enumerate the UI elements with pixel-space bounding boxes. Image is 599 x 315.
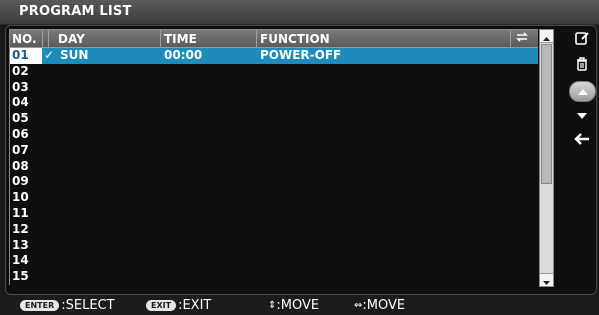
move-up-button[interactable] (569, 81, 596, 102)
title-bar: PROGRAM LIST (0, 0, 599, 25)
row-number: 04 (12, 95, 29, 110)
table-row[interactable]: 07 (10, 143, 538, 159)
edit-icon (574, 30, 590, 50)
hint-select: ENTER :SELECT (20, 297, 115, 313)
table-header: NO. DAY TIME FUNCTION (10, 30, 538, 48)
table-row[interactable]: 06 (10, 127, 538, 143)
scroll-up-icon[interactable] (540, 30, 553, 43)
row-number: 13 (12, 237, 29, 252)
row-time: 00:00 (164, 48, 203, 62)
left-right-icon: ⇔ (354, 299, 363, 311)
exit-key-icon: EXIT (146, 299, 177, 311)
table-row[interactable]: 14 (10, 253, 538, 269)
repeat-icon[interactable] (515, 30, 529, 46)
down-arrow-icon (575, 106, 589, 125)
hint-move-vertical: ⇕ :MOVE (268, 297, 320, 313)
scroll-down-icon[interactable] (540, 273, 553, 286)
enter-key-icon: ENTER (20, 299, 60, 311)
table-row[interactable]: 13 (10, 238, 538, 254)
program-table: NO. DAY TIME FUNCTION 01 ✓ SUN 00:00 POWER-O… (9, 29, 538, 285)
table-row[interactable]: 12 (10, 222, 538, 238)
header-no: NO. (12, 32, 37, 46)
row-number: 06 (12, 126, 29, 141)
window-title: PROGRAM LIST (19, 4, 132, 19)
delete-button[interactable] (569, 56, 594, 75)
edit-button[interactable] (569, 30, 594, 49)
footer-hints: ENTER :SELECT EXIT :EXIT ⇕ :MOVE ⇔ :MOVE (0, 295, 599, 315)
table-row[interactable]: 08 (10, 159, 538, 175)
move-down-button[interactable] (569, 106, 594, 125)
checkmark-icon: ✓ (44, 48, 55, 62)
table-row[interactable]: 05 (10, 111, 538, 127)
row-number: 07 (12, 142, 29, 157)
scrollbar-thumb[interactable] (541, 44, 552, 184)
row-number: 11 (12, 205, 29, 220)
back-button[interactable] (569, 131, 594, 150)
hint-move-horizontal: ⇔ :MOVE (354, 297, 406, 313)
back-arrow-icon (573, 131, 591, 150)
row-day: SUN (60, 48, 89, 62)
row-number: 08 (12, 158, 29, 173)
hint-exit: EXIT :EXIT (146, 297, 211, 313)
table-row[interactable]: 10 (10, 190, 538, 206)
vertical-scrollbar[interactable] (539, 29, 554, 287)
header-time: TIME (164, 32, 197, 46)
table-row[interactable]: 01 ✓ SUN 00:00 POWER-OFF (10, 48, 538, 64)
row-number: 15 (12, 269, 29, 284)
row-number: 12 (12, 221, 29, 236)
row-number: 10 (12, 190, 29, 205)
row-number: 14 (12, 253, 29, 268)
header-function: FUNCTION (260, 32, 330, 46)
table-row[interactable]: 15 (10, 269, 538, 285)
table-row[interactable]: 04 (10, 95, 538, 111)
row-function: POWER-OFF (260, 48, 342, 62)
up-arrow-icon (576, 82, 590, 101)
table-row[interactable]: 03 (10, 80, 538, 96)
row-number: 02 (12, 63, 29, 78)
up-down-icon: ⇕ (268, 299, 277, 311)
row-number: 01 (10, 48, 42, 64)
header-day: DAY (58, 32, 85, 46)
table-row[interactable]: 11 (10, 206, 538, 222)
delete-icon (574, 56, 590, 76)
table-body: 01 ✓ SUN 00:00 POWER-OFF 02 03 04 05 06 07 08 09 10 11… (10, 48, 538, 285)
table-row[interactable]: 09 (10, 174, 538, 190)
row-number: 03 (12, 79, 29, 94)
row-number: 05 (12, 111, 29, 126)
table-row[interactable]: 02 (10, 64, 538, 80)
row-number: 09 (12, 174, 29, 189)
